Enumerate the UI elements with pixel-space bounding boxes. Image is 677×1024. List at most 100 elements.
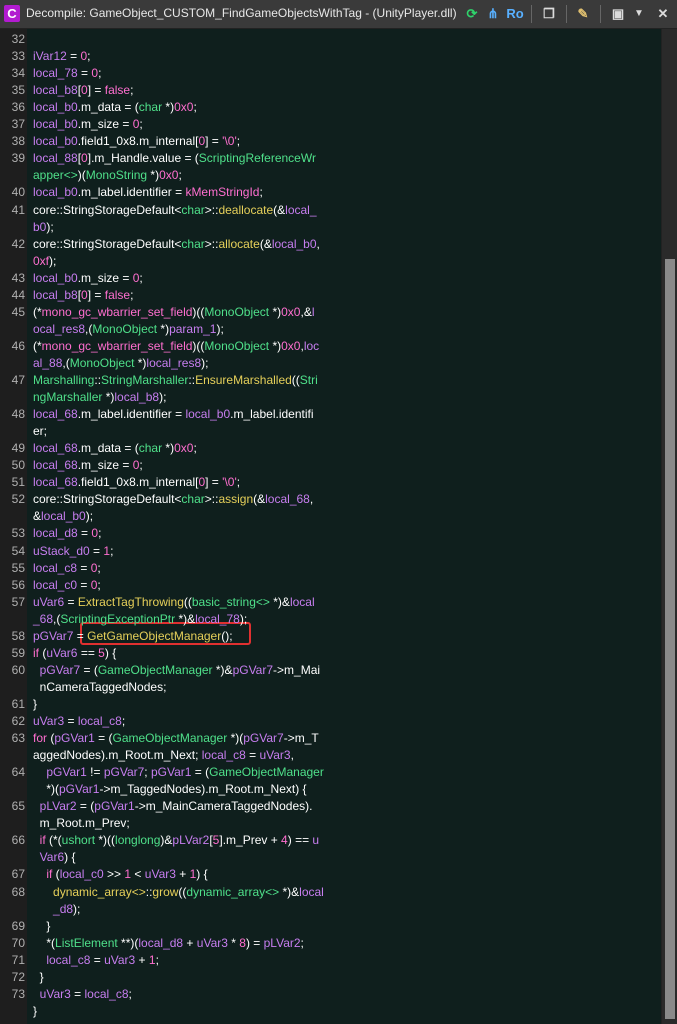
code-line[interactable]: 71 local_c8 = uVar3 + 1; bbox=[0, 952, 661, 969]
code-text[interactable]: 0xf); bbox=[33, 253, 56, 270]
code-text[interactable]: if (uVar6 == 5) { bbox=[33, 645, 116, 662]
code-line[interactable]: 60 pGVar7 = (GameObjectManager *)&pGVar7… bbox=[0, 662, 661, 679]
code-line[interactable]: 32 bbox=[0, 31, 661, 48]
code-text[interactable]: Marshalling::StringMarshaller::EnsureMar… bbox=[33, 372, 318, 389]
menu-arrow-icon[interactable]: ▼ bbox=[632, 4, 646, 24]
code-text[interactable]: } bbox=[33, 696, 37, 713]
code-text[interactable]: *)(pGVar1->m_TaggedNodes).m_Root.m_Next)… bbox=[33, 781, 306, 798]
code-text[interactable]: pLVar2 = (pGVar1->m_MainCameraTaggedNode… bbox=[33, 798, 313, 815]
code-text[interactable]: for (pGVar1 = (GameObjectManager *)(pGVa… bbox=[33, 730, 319, 747]
code-text[interactable]: al_88,(MonoObject *)local_res8); bbox=[33, 355, 208, 372]
code-line[interactable]: } bbox=[0, 1003, 661, 1020]
code-line[interactable]: 36 local_b0.m_data = (char *)0x0; bbox=[0, 99, 661, 116]
code-line[interactable]: 44 local_b8[0] = false; bbox=[0, 287, 661, 304]
code-text[interactable]: _d8); bbox=[33, 901, 80, 918]
code-text[interactable]: *(ListElement **)(local_d8 + uVar3 * 8) … bbox=[33, 935, 304, 952]
code-text[interactable]: uVar3 = local_c8; bbox=[33, 986, 132, 1003]
code-text[interactable]: local_b0.m_size = 0; bbox=[33, 116, 143, 133]
code-line[interactable]: 46 (*mono_gc_wbarrier_set_field)((MonoObj… bbox=[0, 338, 661, 355]
code-line[interactable]: 41 core::StringStorageDefault<char>::deal… bbox=[0, 202, 661, 219]
code-text[interactable]: uVar6 = ExtractTagThrowing((basic_string… bbox=[33, 594, 315, 611]
code-text[interactable]: _68,(ScriptingExceptionPtr *)&local_78); bbox=[33, 611, 247, 628]
code-line[interactable]: 37 local_b0.m_size = 0; bbox=[0, 116, 661, 133]
code-line[interactable]: _d8); bbox=[0, 901, 661, 918]
code-line[interactable]: 0xf); bbox=[0, 253, 661, 270]
code-text[interactable]: uVar3 = local_c8; bbox=[33, 713, 125, 730]
code-text[interactable]: (*mono_gc_wbarrier_set_field)((MonoObjec… bbox=[33, 338, 319, 355]
code-line[interactable]: nCameraTaggedNodes; bbox=[0, 679, 661, 696]
code-text[interactable]: local_68.field1_0x8.m_internal[0] = '\0'… bbox=[33, 474, 240, 491]
code-line[interactable]: er; bbox=[0, 423, 661, 440]
code-text[interactable]: iVar12 = 0; bbox=[33, 48, 91, 65]
refresh-icon[interactable]: ⟳ bbox=[463, 4, 481, 24]
code-line[interactable]: 48 local_68.m_label.identifier = local_b0… bbox=[0, 406, 661, 423]
code-line[interactable]: 59 if (uVar6 == 5) { bbox=[0, 645, 661, 662]
code-text[interactable]: } bbox=[33, 1003, 37, 1020]
code-line[interactable]: 52 core::StringStorageDefault<char>::assi… bbox=[0, 491, 661, 508]
code-text[interactable]: pGVar7 = GetGameObjectManager(); bbox=[33, 628, 233, 645]
code-text[interactable]: pGVar7 = (GameObjectManager *)&pGVar7->m… bbox=[33, 662, 320, 679]
code-text[interactable]: &local_b0); bbox=[33, 508, 93, 525]
code-line[interactable]: ngMarshaller *)local_b8); bbox=[0, 389, 661, 406]
code-text[interactable]: aggedNodes).m_Root.m_Next; local_c8 = uV… bbox=[33, 747, 294, 764]
code-line[interactable]: 66 if (*(ushort *)((longlong)&pLVar2[5].… bbox=[0, 832, 661, 849]
code-text[interactable]: ocal_res8,(MonoObject *)param_1); bbox=[33, 321, 224, 338]
code-line[interactable]: 73 uVar3 = local_c8; bbox=[0, 986, 661, 1003]
code-text[interactable]: } bbox=[33, 969, 44, 986]
code-text[interactable]: local_b8[0] = false; bbox=[33, 287, 133, 304]
code-text[interactable]: local_b0.m_data = (char *)0x0; bbox=[33, 99, 197, 116]
code-line[interactable]: 63 for (pGVar1 = (GameObjectManager *)(pG… bbox=[0, 730, 661, 747]
code-line[interactable]: 55 local_c8 = 0; bbox=[0, 560, 661, 577]
code-text[interactable]: local_68.m_label.identifier = local_b0.m… bbox=[33, 406, 314, 423]
code-line[interactable]: 70 *(ListElement **)(local_d8 + uVar3 * … bbox=[0, 935, 661, 952]
code-line[interactable]: 35 local_b8[0] = false; bbox=[0, 82, 661, 99]
code-text[interactable]: local_b8[0] = false; bbox=[33, 82, 133, 99]
code-line[interactable]: 64 pGVar1 != pGVar7; pGVar1 = (GameObjec… bbox=[0, 764, 661, 781]
code-text[interactable]: b0); bbox=[33, 219, 54, 236]
code-line[interactable]: 38 local_b0.field1_0x8.m_internal[0] = '\… bbox=[0, 133, 661, 150]
code-line[interactable]: 62 uVar3 = local_c8; bbox=[0, 713, 661, 730]
code-line[interactable]: 57 uVar6 = ExtractTagThrowing((basic_stri… bbox=[0, 594, 661, 611]
code-line[interactable]: ocal_res8,(MonoObject *)param_1); bbox=[0, 321, 661, 338]
code-line[interactable]: _68,(ScriptingExceptionPtr *)&local_78); bbox=[0, 611, 661, 628]
code-text[interactable]: core::StringStorageDefault<char>::assign… bbox=[33, 491, 313, 508]
code-line[interactable]: 40 local_b0.m_label.identifier = kMemStri… bbox=[0, 184, 661, 201]
code-text[interactable]: dynamic_array<>::grow((dynamic_array<> *… bbox=[33, 884, 324, 901]
code-line[interactable]: 56 local_c0 = 0; bbox=[0, 577, 661, 594]
code-text[interactable]: local_68.m_size = 0; bbox=[33, 457, 143, 474]
code-text[interactable]: er; bbox=[33, 423, 47, 440]
code-text[interactable]: local_b0.field1_0x8.m_internal[0] = '\0'… bbox=[33, 133, 240, 150]
code-line[interactable]: 58 pGVar7 = GetGameObjectManager(); bbox=[0, 628, 661, 645]
code-line[interactable]: 51 local_68.field1_0x8.m_internal[0] = '\… bbox=[0, 474, 661, 491]
read-only-toggle[interactable]: Ro bbox=[504, 4, 526, 24]
code-text[interactable]: local_d8 = 0; bbox=[33, 525, 101, 542]
snapshot-icon[interactable]: ▣ bbox=[609, 4, 627, 24]
code-text[interactable]: (*mono_gc_wbarrier_set_field)((MonoObjec… bbox=[33, 304, 315, 321]
code-editor[interactable]: 32 33 iVar12 = 0; 34 local_78 = 0; 35 local_b8… bbox=[0, 29, 661, 1024]
code-line[interactable]: 54 uStack_d0 = 1; bbox=[0, 543, 661, 560]
code-text[interactable]: Var6) { bbox=[33, 849, 76, 866]
code-line[interactable]: *)(pGVar1->m_TaggedNodes).m_Root.m_Next)… bbox=[0, 781, 661, 798]
code-text[interactable]: local_b0.m_label.identifier = kMemString… bbox=[33, 184, 263, 201]
code-text[interactable]: local_c0 = 0; bbox=[33, 577, 101, 594]
code-line[interactable]: 43 local_b0.m_size = 0; bbox=[0, 270, 661, 287]
code-line[interactable]: 34 local_78 = 0; bbox=[0, 65, 661, 82]
code-line[interactable]: 53 local_d8 = 0; bbox=[0, 525, 661, 542]
code-text[interactable]: local_c8 = 0; bbox=[33, 560, 101, 577]
code-line[interactable]: apper<>)(MonoString *)0x0; bbox=[0, 167, 661, 184]
code-line[interactable]: 72 } bbox=[0, 969, 661, 986]
code-text[interactable]: local_88[0].m_Handle.value = (ScriptingR… bbox=[33, 150, 316, 167]
code-text[interactable]: local_68.m_data = (char *)0x0; bbox=[33, 440, 197, 457]
code-text[interactable]: m_Root.m_Prev; bbox=[33, 815, 130, 832]
code-text[interactable]: ngMarshaller *)local_b8); bbox=[33, 389, 166, 406]
code-text[interactable]: core::StringStorageDefault<char>::alloca… bbox=[33, 236, 320, 253]
code-line[interactable]: 50 local_68.m_size = 0; bbox=[0, 457, 661, 474]
code-line[interactable]: &local_b0); bbox=[0, 508, 661, 525]
close-button[interactable]: ✕ bbox=[654, 4, 672, 24]
code-line[interactable]: 65 pLVar2 = (pGVar1->m_MainCameraTaggedN… bbox=[0, 798, 661, 815]
code-line[interactable]: 49 local_68.m_data = (char *)0x0; bbox=[0, 440, 661, 457]
code-line[interactable]: 39 local_88[0].m_Handle.value = (Scriptin… bbox=[0, 150, 661, 167]
copy-icon[interactable]: ❐ bbox=[540, 4, 558, 24]
graph-icon[interactable]: ⋔ bbox=[484, 4, 502, 24]
code-text[interactable]: pGVar1 != pGVar7; pGVar1 = (GameObjectMa… bbox=[33, 764, 324, 781]
